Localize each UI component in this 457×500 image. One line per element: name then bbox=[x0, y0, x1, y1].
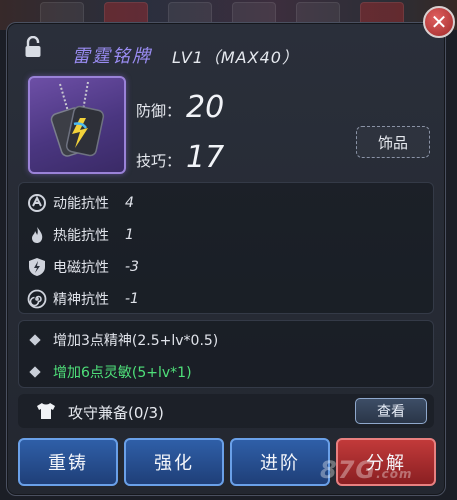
resistance-label: 动能抗性 bbox=[53, 196, 109, 212]
view-set-button[interactable]: 查看 bbox=[355, 398, 427, 424]
close-icon: ✕ bbox=[430, 10, 448, 34]
resistance-row: 电磁抗性 -3 bbox=[27, 255, 139, 279]
kinetic-icon bbox=[28, 194, 46, 212]
watermark-suffix: .com bbox=[376, 467, 413, 481]
enhance-button[interactable]: 强化 bbox=[124, 438, 224, 486]
bonus-text: 增加3点精神(2.5+lv*0.5) bbox=[53, 333, 219, 349]
item-name: 雷霆铭牌 bbox=[72, 46, 152, 67]
diamond-bullet-icon bbox=[29, 366, 41, 378]
item-type-badge: 饰品 bbox=[356, 126, 430, 158]
resistance-value: -3 bbox=[125, 259, 139, 275]
item-portrait bbox=[28, 76, 126, 174]
resistance-row: 精神抗性 -1 bbox=[27, 287, 139, 311]
resistance-value: 1 bbox=[125, 227, 134, 243]
recast-button[interactable]: 重铸 bbox=[18, 438, 118, 486]
item-level: LV1（MAX40） bbox=[172, 48, 299, 67]
spiral-icon bbox=[27, 289, 47, 309]
set-row: 攻守兼备(0/3) 查看 bbox=[18, 394, 434, 428]
skill-value: 17 bbox=[186, 140, 225, 175]
close-button[interactable]: ✕ bbox=[423, 6, 455, 38]
diamond-bullet-icon bbox=[29, 334, 41, 346]
resistance-row: 动能抗性 4 bbox=[27, 191, 134, 215]
dog-tag-icon bbox=[50, 81, 105, 157]
set-label: 攻守兼备(0/3) bbox=[68, 404, 164, 422]
resistance-section: 动能抗性 4 热能抗性 1 电磁抗性 -3 精神抗性 -1 bbox=[18, 182, 434, 314]
resistance-value: -1 bbox=[125, 291, 139, 307]
lock-icon[interactable] bbox=[24, 36, 42, 58]
watermark-main: 87G bbox=[320, 456, 377, 484]
flame-icon bbox=[32, 227, 43, 243]
skill-label: 技巧： bbox=[136, 152, 182, 170]
resistance-label: 热能抗性 bbox=[53, 228, 109, 244]
resistance-label: 电磁抗性 bbox=[53, 260, 109, 276]
bonus-row: 增加3点精神(2.5+lv*0.5) bbox=[29, 329, 219, 351]
resistance-label: 精神抗性 bbox=[53, 292, 109, 308]
bonus-row: 增加6点灵敏(5+lv*1) bbox=[29, 361, 192, 383]
shirt-icon bbox=[37, 403, 55, 419]
defense-value: 20 bbox=[186, 90, 225, 125]
bonus-text: 增加6点灵敏(5+lv*1) bbox=[53, 365, 192, 381]
resistance-row: 热能抗性 1 bbox=[27, 223, 134, 247]
lightning-shield-icon bbox=[29, 258, 45, 276]
site-watermark: 87G.com bbox=[320, 456, 413, 484]
resistance-value: 4 bbox=[125, 195, 134, 211]
defense-label: 防御： bbox=[136, 102, 182, 120]
bonus-section: 增加3点精神(2.5+lv*0.5) 增加6点灵敏(5+lv*1) bbox=[18, 320, 434, 388]
advance-button[interactable]: 进阶 bbox=[230, 438, 330, 486]
